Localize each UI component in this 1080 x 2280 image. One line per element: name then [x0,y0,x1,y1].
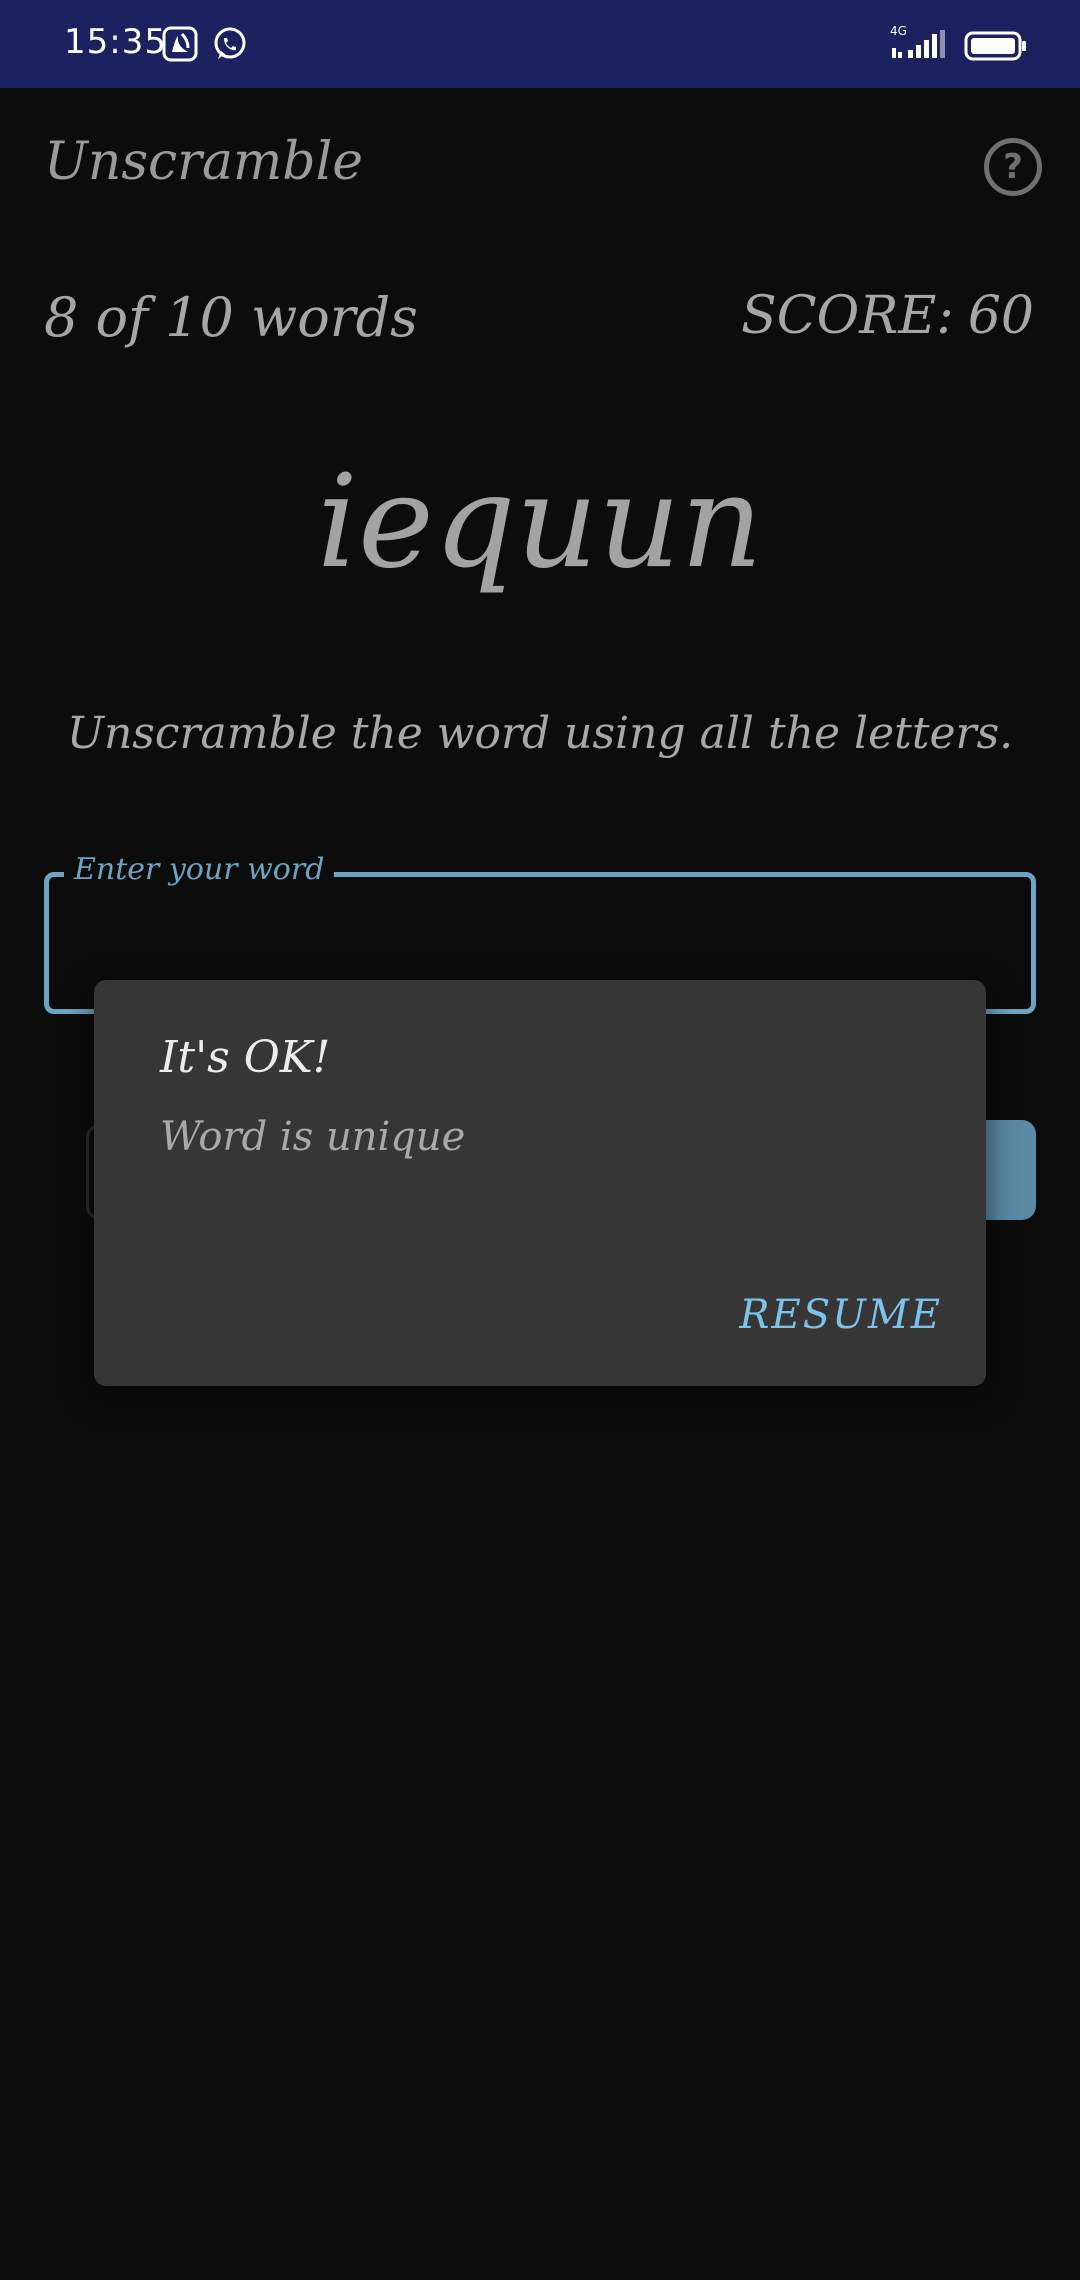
score-value: 60 [967,286,1034,346]
scrambled-word: iequun [317,448,763,597]
score: SCORE: 60 [741,286,1034,346]
help-circle-icon: ? [1003,147,1023,187]
battery-icon [964,31,1026,61]
app-title: Unscramble [44,132,363,192]
instructions: Unscramble the word using all the letter… [66,708,1014,759]
resume-button[interactable]: RESUME [739,1292,942,1338]
result-dialog: It's OK! Word is unique RESUME [94,980,986,1386]
dialog-title: It's OK! [160,1032,331,1083]
status-bar: 15:35 4G [0,0,1080,88]
score-label: SCORE: [741,286,954,346]
jiosaavn-icon [162,26,198,62]
word-count: 8 of 10 words [44,286,418,349]
help-button[interactable]: ? [984,138,1042,196]
status-time: 15:35 [64,22,167,62]
word-input-label: Enter your word [64,852,335,887]
signal-icon: 4G [890,24,948,62]
dialog-message: Word is unique [160,1114,466,1160]
whatsapp-icon [214,27,246,59]
